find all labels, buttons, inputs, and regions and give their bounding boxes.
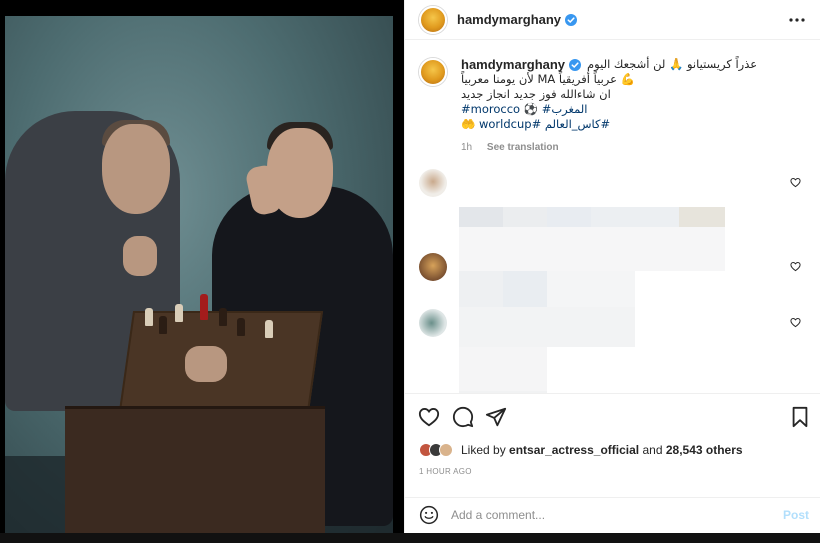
image-hand-moving-piece xyxy=(185,346,227,382)
owner-avatar[interactable] xyxy=(419,5,447,34)
commenter-avatar[interactable] xyxy=(419,309,447,337)
liker-avatar xyxy=(439,443,453,457)
image-hand-left xyxy=(123,236,157,276)
comments-section[interactable]: hamdymarghany عذراً كريستيانو 🙏 لن أشجعك… xyxy=(405,41,820,393)
caption-age[interactable]: 1h xyxy=(461,142,472,153)
caption-username[interactable]: hamdymarghany xyxy=(461,57,565,72)
caption-avatar[interactable] xyxy=(419,58,447,86)
image-chess-piece xyxy=(200,294,208,320)
likes-summary[interactable]: Liked by entsar_actress_official and 28,… xyxy=(419,440,743,460)
share-icon[interactable] xyxy=(485,406,507,428)
image-chess-piece xyxy=(265,320,273,338)
comment-row xyxy=(419,309,809,339)
post-sidebar: hamdymarghany hamdymarghany عذراً كريستي… xyxy=(404,0,820,543)
action-bar xyxy=(405,393,820,437)
verified-badge-icon xyxy=(565,13,578,26)
comment-like-heart-icon[interactable] xyxy=(790,261,801,272)
image-chess-piece xyxy=(175,304,183,322)
emoji-icon[interactable] xyxy=(419,505,439,525)
likes-prefix: Liked by xyxy=(461,443,506,457)
comment-like-heart-icon[interactable] xyxy=(790,317,801,328)
post-caption: hamdymarghany عذراً كريستيانو 🙏 لن أشجعك… xyxy=(405,41,820,155)
comment-like-heart-icon[interactable] xyxy=(790,177,801,188)
caption-body: hamdymarghany عذراً كريستيانو 🙏 لن أشجعك… xyxy=(461,57,757,155)
commenter-avatar[interactable] xyxy=(419,169,447,197)
commenter-avatar[interactable] xyxy=(419,253,447,281)
post-comment-button[interactable]: Post xyxy=(783,508,809,522)
likes-count[interactable]: 28,543 others xyxy=(666,443,743,457)
caption-line-2: 💪 عربياً أفريقياً MA لأن يومنا معربياً xyxy=(461,72,635,86)
heart-icon[interactable] xyxy=(418,406,440,428)
caption-meta: 1h See translation xyxy=(461,140,757,155)
likes-user[interactable]: entsar_actress_official xyxy=(509,443,639,457)
caption-hashtags-2[interactable]: #كاس_العالم #worldcup 🤲 xyxy=(461,117,757,132)
add-comment-bar: Post xyxy=(405,497,820,531)
post-media[interactable] xyxy=(0,0,404,543)
more-options-icon[interactable] xyxy=(788,11,806,29)
instagram-post-modal: hamdymarghany hamdymarghany عذراً كريستي… xyxy=(0,0,820,543)
likes-text: Liked by entsar_actress_official and 28,… xyxy=(461,443,743,457)
blurred-comments xyxy=(459,207,725,393)
post-image xyxy=(5,16,393,533)
image-chess-piece xyxy=(219,308,227,326)
image-chess-piece xyxy=(145,308,153,326)
image-chess-piece xyxy=(237,318,245,336)
see-translation-link[interactable]: See translation xyxy=(487,142,559,153)
add-comment-input[interactable] xyxy=(451,507,761,522)
image-head-left xyxy=(102,124,170,214)
bookmark-icon[interactable] xyxy=(789,406,811,428)
comment-icon[interactable] xyxy=(452,406,474,428)
owner-username[interactable]: hamdymarghany xyxy=(457,12,561,27)
caption-hashtags-1[interactable]: #morocco ⚽ #المغرب xyxy=(461,102,757,117)
post-timestamp[interactable]: 1 HOUR AGO xyxy=(419,467,472,476)
verified-badge-icon xyxy=(569,58,582,71)
image-chess-piece xyxy=(159,316,167,334)
likes-and: and xyxy=(642,443,663,457)
background-strip xyxy=(0,533,820,543)
image-trunk xyxy=(65,406,325,533)
caption-line-1: عذراً كريستيانو 🙏 لن أشجعك اليوم xyxy=(587,57,758,71)
post-header: hamdymarghany xyxy=(405,0,820,40)
comment-row xyxy=(419,169,809,199)
comment-row xyxy=(419,253,809,283)
caption-line-3: ان شاءالله فوز جديد انجاز جديد xyxy=(461,87,611,101)
